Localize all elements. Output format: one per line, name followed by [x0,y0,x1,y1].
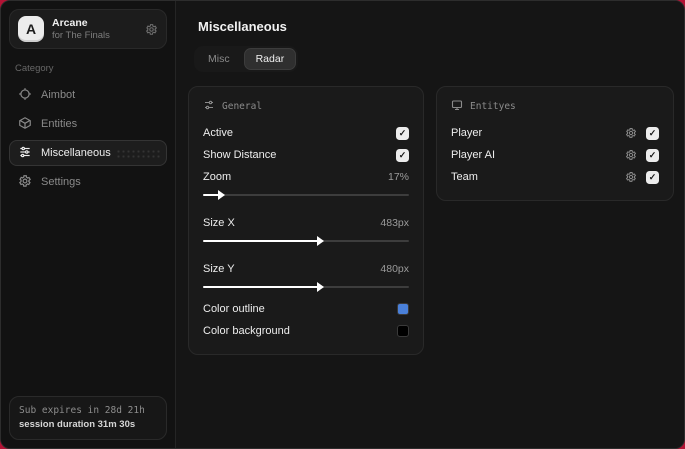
setting-row-color-background: Color background [203,320,409,342]
setting-row-color-outline: Color outline [203,298,409,320]
team-checkbox[interactable] [646,170,659,184]
active-checkbox[interactable] [396,126,409,140]
tab-misc[interactable]: Misc [196,48,242,70]
size-x-slider[interactable] [203,234,409,248]
size-y-slider-thumb[interactable] [317,282,325,292]
size-x-value: 483px [380,217,409,229]
sidebar-item-aimbot[interactable]: Aimbot [9,82,167,108]
category-label: Category [15,63,54,74]
tab-bar: Misc Radar [194,46,299,72]
color-outline-swatch[interactable] [397,303,409,315]
player-ai-gear-icon[interactable] [625,149,637,161]
player-ai-checkbox[interactable] [646,148,659,162]
show-distance-checkbox[interactable] [396,148,409,162]
team-gear-icon[interactable] [625,171,637,183]
panel-title: Entityes [470,101,516,112]
profile-gear-icon[interactable] [145,23,158,36]
sidebar-item-label: Settings [41,176,81,188]
zoom-value: 17% [387,171,409,183]
app-title: Arcane [52,17,88,29]
session-duration-text: session duration 31m 30s [19,418,136,430]
profile-card[interactable]: A Arcane for The Finals [9,9,167,49]
size-y-value: 480px [380,263,409,275]
sidebar-item-miscellaneous[interactable]: Miscellaneous [9,140,167,166]
tab-radar[interactable]: Radar [243,48,297,70]
app-logo: A [18,16,44,42]
setting-row-size-x: Size X 483px [203,217,409,229]
crosshair-icon [18,87,32,104]
sub-expires-text: Sub expires in 28d 21h [19,404,145,416]
zoom-slider-thumb[interactable] [218,190,226,200]
sidebar-item-label: Miscellaneous [41,147,111,159]
app-window: A Arcane for The Finals Category Aimbot [0,0,685,449]
gear-icon [18,174,32,191]
app-subtitle: for The Finals [52,29,110,41]
size-x-slider-thumb[interactable] [317,236,325,246]
subscription-status: Sub expires in 28d 21h session duration … [9,395,167,440]
entities-panel: Entityes Player P [436,86,674,201]
page-title: Miscellaneous [198,19,287,34]
main-content: Miscellaneous Misc Radar General Active … [176,1,684,448]
sidebar-item-label: Entities [41,118,78,130]
entity-row-player: Player [451,122,659,144]
general-panel: General Active Show Distance Zoom 17% [188,86,424,355]
sidebar-item-settings[interactable]: Settings [9,169,167,195]
sidebar-item-label: Aimbot [41,89,76,101]
entity-row-team: Team [451,166,659,188]
player-checkbox[interactable] [646,126,659,140]
cube-icon [18,116,32,133]
setting-row-size-y: Size Y 480px [203,263,409,275]
setting-row-active: Active [203,122,409,144]
sidebar-item-entities[interactable]: Entities [9,111,167,137]
panel-title: General [222,101,263,112]
setting-row-zoom: Zoom 17% [203,171,409,183]
panel-sliders-icon [203,99,215,114]
sidebar: A Arcane for The Finals Category Aimbot [1,1,176,448]
size-y-slider[interactable] [203,280,409,294]
setting-row-show-distance: Show Distance [203,144,409,166]
entity-row-player-ai: Player AI [451,144,659,166]
color-background-swatch[interactable] [397,325,409,337]
zoom-slider[interactable] [203,188,409,202]
monitor-icon [451,99,463,114]
player-gear-icon[interactable] [625,127,637,139]
sliders-icon [18,145,32,162]
